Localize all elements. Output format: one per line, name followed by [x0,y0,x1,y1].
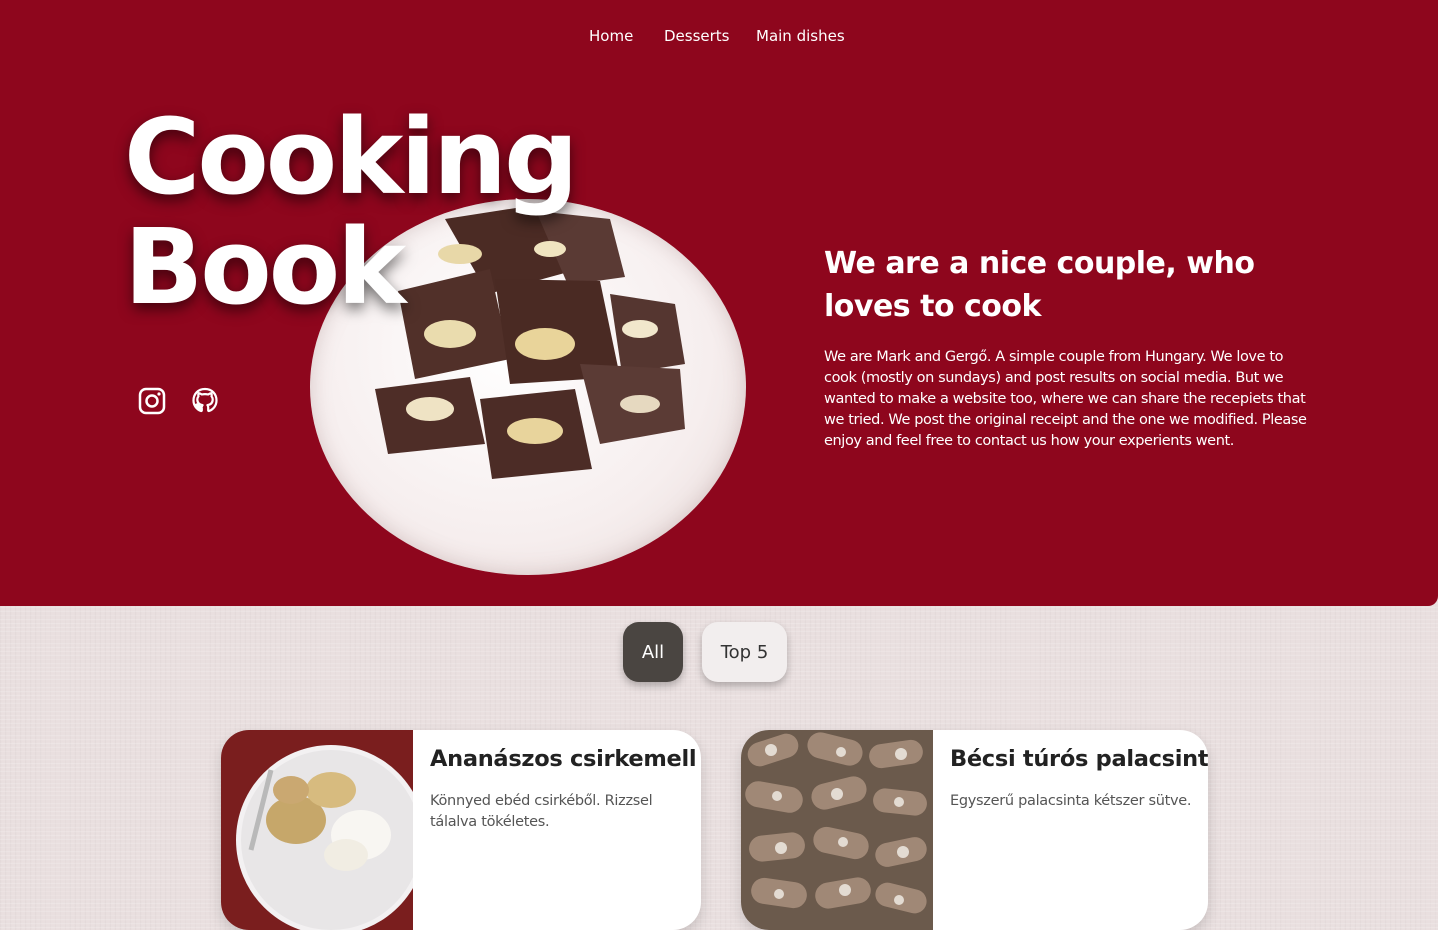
nav-home-link[interactable]: Home [589,26,633,46]
site-title: Cooking Book [124,96,579,328]
hero-about-text: We are Mark and Gergő. A simple couple f… [824,349,1307,449]
filter-top5-button[interactable]: Top 5 [702,622,787,682]
instagram-icon[interactable] [137,386,167,416]
filter-all-button[interactable]: All [623,622,683,682]
nav-main-dishes-link[interactable]: Main dishes [756,26,845,46]
hero-tagline: We are a nice couple, who loves to cook [824,246,1255,324]
pancake-dish-image [741,730,933,930]
nav-desserts-link[interactable]: Desserts [664,26,730,46]
recipe-description: Egyszerű palacsinta kétszer sütve. [950,793,1192,809]
recipe-card[interactable]: Ananászos csirkemell Könnyed ebéd csirké… [221,730,701,930]
recipe-title: Bécsi túrós palacsinta [950,746,1208,772]
chicken-dish-image [221,730,413,930]
recipe-card[interactable]: Bécsi túrós palacsinta Egyszerű palacsin… [741,730,1208,930]
recipe-title: Ananászos csirkemell [430,746,697,772]
recipe-description: Könnyed ebéd csirkéből. Rizzsel tálalva … [430,793,653,830]
top-nav: Home Desserts Main dishes [0,26,1438,50]
hero-section: Home Desserts Main dishes Cooking Book W… [0,0,1438,606]
github-icon[interactable] [190,386,220,416]
